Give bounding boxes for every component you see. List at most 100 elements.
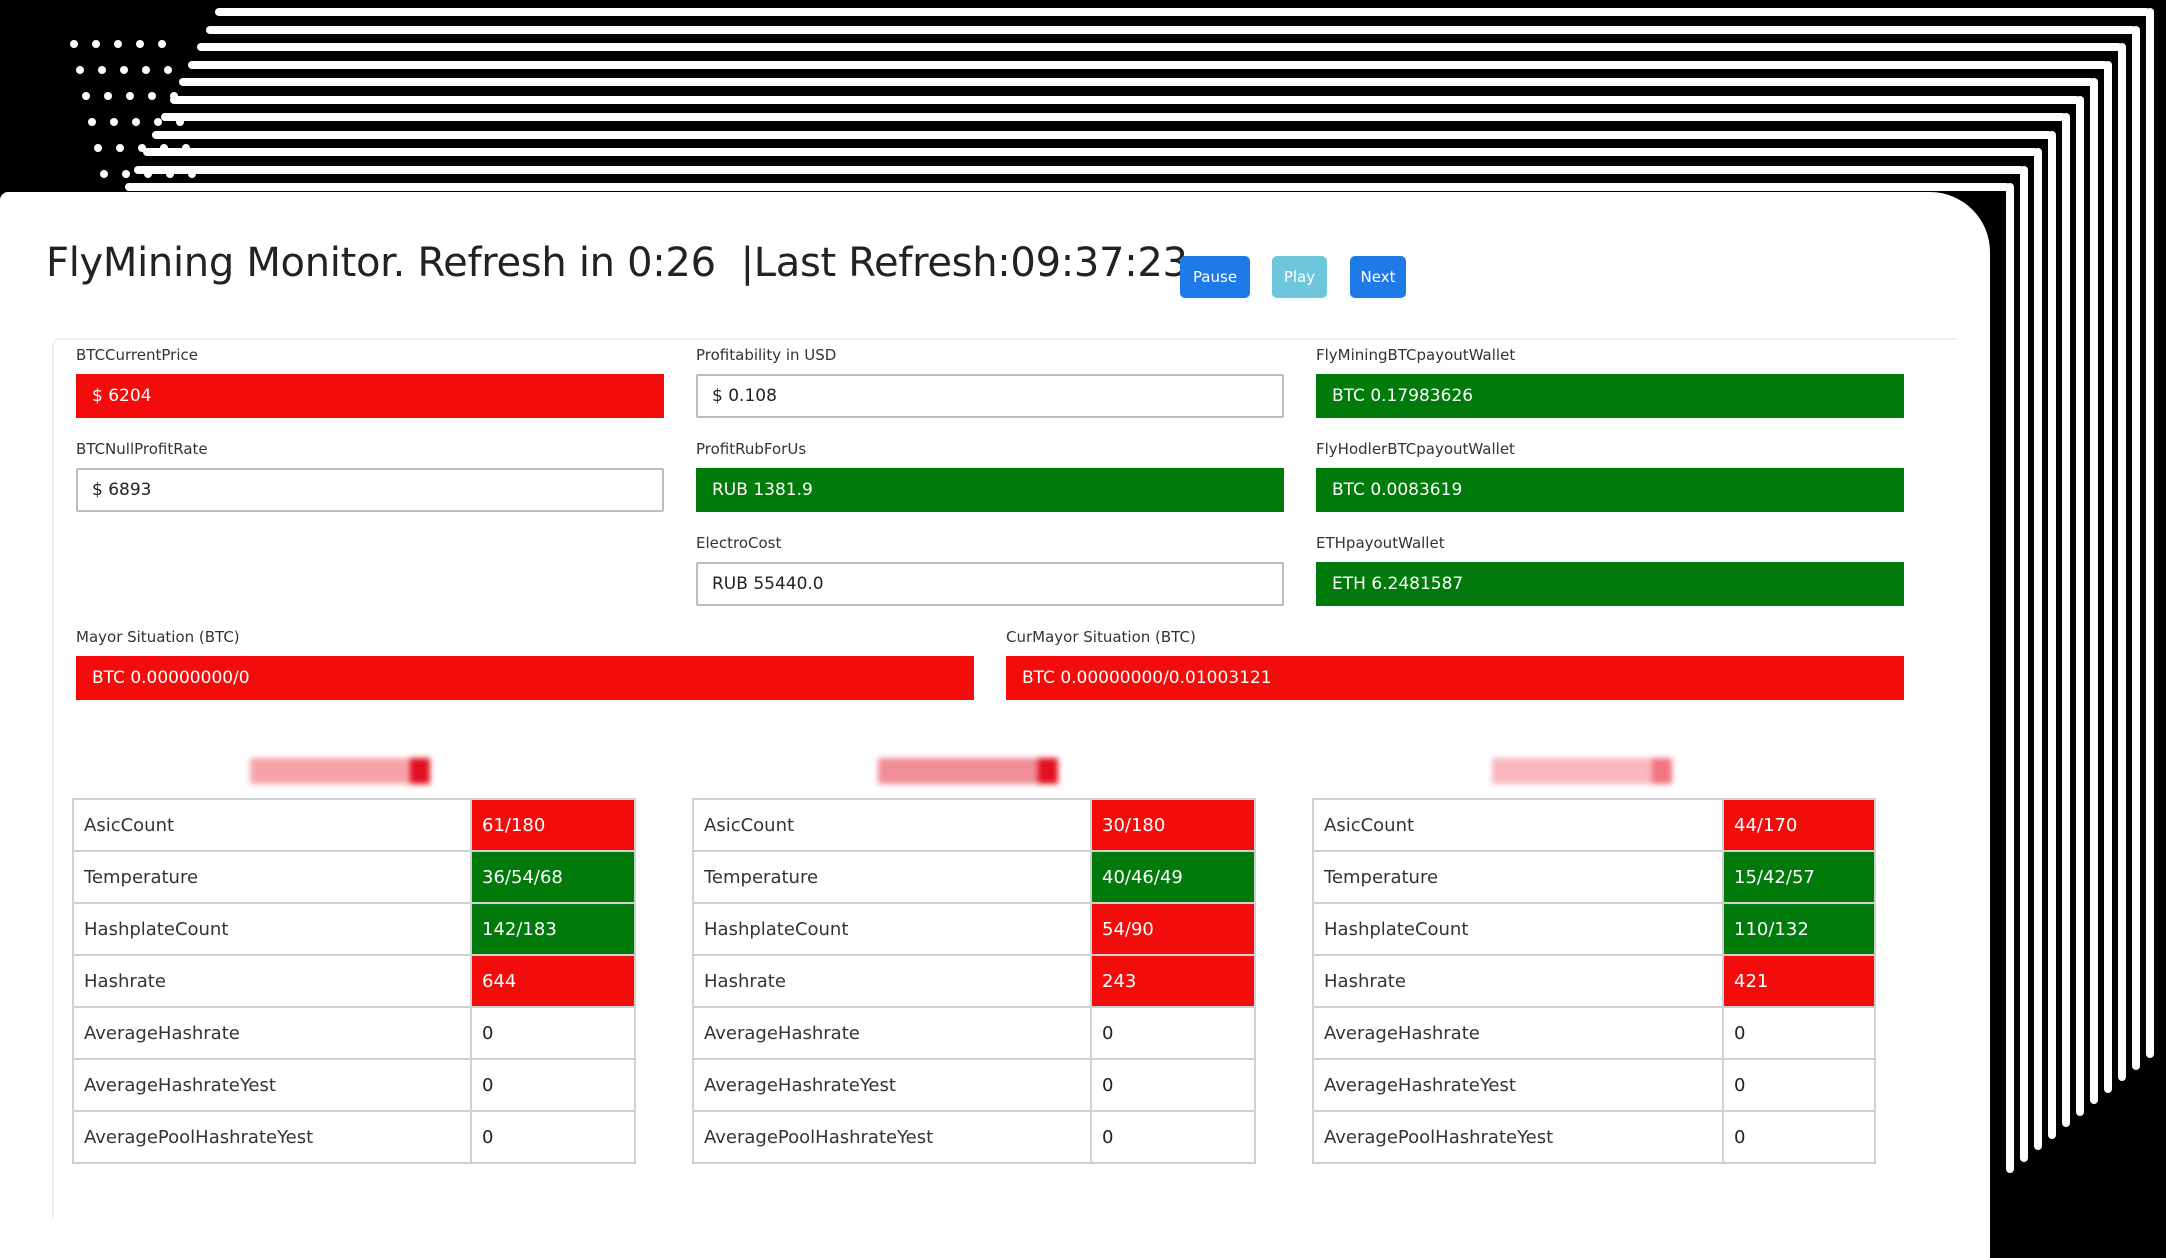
page-title: FlyMining Monitor. Refresh in 0:26 |Last… — [46, 240, 1188, 286]
metric-name-cell: Hashrate — [692, 954, 1092, 1008]
stack-edge — [92, 40, 100, 48]
metric-value-cell: 0 — [470, 1058, 636, 1112]
metric-value-cell: 0 — [470, 1110, 636, 1164]
metric-name-cell: AverageHashrateYest — [1312, 1058, 1724, 1112]
mayor-situation-field[interactable]: BTC 0.00000000/0 — [76, 656, 974, 700]
stack-edge — [114, 40, 122, 48]
next-button[interactable]: Next — [1350, 256, 1406, 298]
stack-edge — [176, 118, 184, 126]
stack-edge — [152, 130, 2052, 139]
screenshot-frame: FlyMining Monitor. Refresh in 0:26 |Last… — [0, 0, 2166, 1258]
metric-value-cell: 0 — [1722, 1110, 1876, 1164]
stack-edge — [143, 148, 2038, 156]
metric-value-cell: 142/183 — [470, 902, 636, 956]
stack-edge — [98, 66, 106, 74]
stack-edge — [2062, 113, 2070, 1127]
metric-value-cell: 243 — [1090, 954, 1256, 1008]
btc-current-price-field[interactable]: $ 6204 — [76, 374, 664, 418]
btc-current-price-label: BTCCurrentPrice — [76, 346, 198, 364]
flymining-btc-payout-wallet-label: FlyMiningBTCpayoutWallet — [1316, 346, 1516, 364]
profit-rub-for-us-field[interactable]: RUB 1381.9 — [696, 468, 1284, 512]
table-row: AveragePoolHashrateYest 0 — [692, 1110, 1256, 1164]
stack-edge — [144, 170, 152, 178]
flyhodler-btc-payout-wallet-field[interactable]: BTC 0.0083619 — [1316, 468, 1904, 512]
stack-edge — [170, 92, 178, 100]
stack-edge — [94, 144, 102, 152]
metric-name-cell: AverageHashrateYest — [692, 1058, 1092, 1112]
flymining-btc-payout-wallet-field[interactable]: BTC 0.17983626 — [1316, 374, 1904, 418]
metric-value-cell: 40/46/49 — [1090, 850, 1256, 904]
table-row: AsicCount 61/180 — [72, 798, 636, 852]
table-row: AverageHashrateYest 0 — [72, 1058, 636, 1112]
site-stats-table: AsicCount 44/170 Temperature 15/42/57 Hashpl… — [1312, 798, 1876, 1164]
monitor-page: FlyMining Monitor. Refresh in 0:26 |Last… — [0, 192, 1990, 1258]
table-row: Temperature 15/42/57 — [1312, 850, 1876, 904]
table-row: AveragePoolHashrateYest 0 — [1312, 1110, 1876, 1164]
table-row: AverageHashrate 0 — [1312, 1006, 1876, 1060]
stack-edge — [100, 170, 108, 178]
stack-edge — [88, 118, 96, 126]
btc-null-profit-rate-label: BTCNullProfitRate — [76, 440, 208, 458]
electro-cost-label: ElectroCost — [696, 534, 782, 552]
stack-edge — [161, 113, 2066, 121]
play-button[interactable]: Play — [1272, 256, 1327, 298]
table-row: Hashrate 243 — [692, 954, 1256, 1008]
electro-cost-field[interactable]: RUB 55440.0 — [696, 562, 1284, 606]
metric-name-cell: AsicCount — [1312, 798, 1724, 852]
metric-value-cell: 30/180 — [1090, 798, 1256, 852]
stack-edge — [110, 118, 118, 126]
site-name-redacted — [878, 750, 1078, 790]
stack-edge — [126, 92, 134, 100]
stack-edge — [134, 165, 2024, 174]
cur-mayor-situation-field[interactable]: BTC 0.00000000/0.01003121 — [1006, 656, 1904, 700]
stack-edge — [76, 66, 84, 74]
profitability-usd-label: Profitability in USD — [696, 346, 837, 364]
stack-edge — [160, 144, 168, 152]
table-row: AverageHashrate 0 — [72, 1006, 636, 1060]
pause-button[interactable]: Pause — [1180, 256, 1250, 298]
table-row: Temperature 40/46/49 — [692, 850, 1256, 904]
metric-name-cell: AveragePoolHashrateYest — [72, 1110, 472, 1164]
metric-value-cell: 61/180 — [470, 798, 636, 852]
metric-value-cell: 54/90 — [1090, 902, 1256, 956]
metric-value-cell: 15/42/57 — [1722, 850, 1876, 904]
table-row: Hashrate 644 — [72, 954, 636, 1008]
table-row: AverageHashrateYest 0 — [692, 1058, 1256, 1112]
stack-edge — [2020, 165, 2028, 1162]
table-row: AverageHashrateYest 0 — [1312, 1058, 1876, 1112]
stack-edge — [188, 170, 196, 178]
metric-name-cell: AverageHashrate — [692, 1006, 1092, 1060]
metric-value-cell: 0 — [1722, 1058, 1876, 1112]
stack-edge — [215, 8, 2150, 16]
metric-name-cell: Hashrate — [1312, 954, 1724, 1008]
metrics-panel: BTCCurrentPrice $ 6204 BTCNullProfitRate… — [52, 338, 1957, 1218]
metric-name-cell: Temperature — [1312, 850, 1724, 904]
profitability-usd-field[interactable]: $ 0.108 — [696, 374, 1284, 418]
stack-edge — [2076, 95, 2084, 1116]
metric-name-cell: Temperature — [692, 850, 1092, 904]
stack-edge — [70, 40, 78, 48]
site-name-redacted — [250, 750, 450, 790]
stack-edge — [116, 144, 124, 152]
metric-name-cell: HashplateCount — [1312, 902, 1724, 956]
stack-edge — [2118, 43, 2126, 1081]
metric-name-cell: Temperature — [72, 850, 472, 904]
site-stats-table: AsicCount 30/180 Temperature 40/46/49 Hashpl… — [692, 798, 1256, 1164]
stack-edge — [170, 95, 2080, 104]
eth-payout-wallet-field[interactable]: ETH 6.2481587 — [1316, 562, 1904, 606]
table-row: AverageHashrate 0 — [692, 1006, 1256, 1060]
stack-edge — [120, 66, 128, 74]
metric-value-cell: 44/170 — [1722, 798, 1876, 852]
stack-edge — [2048, 130, 2056, 1139]
table-row: Temperature 36/54/68 — [72, 850, 636, 904]
metric-name-cell: AverageHashrate — [1312, 1006, 1724, 1060]
stack-edge — [122, 170, 130, 178]
stack-edge — [82, 92, 90, 100]
metric-value-cell: 644 — [470, 954, 636, 1008]
table-row: Hashrate 421 — [1312, 954, 1876, 1008]
btc-null-profit-rate-field[interactable]: $ 6893 — [76, 468, 664, 512]
profit-rub-for-us-label: ProfitRubForUs — [696, 440, 807, 458]
stack-edge — [206, 25, 2136, 34]
stack-edge — [2006, 183, 2014, 1173]
stack-edge — [104, 92, 112, 100]
